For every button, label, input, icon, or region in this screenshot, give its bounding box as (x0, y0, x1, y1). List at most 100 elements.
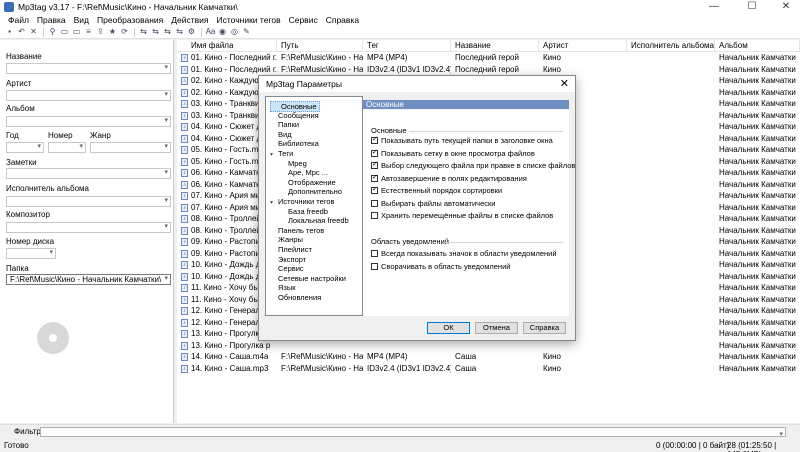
option-checkbox[interactable]: Хранить перемещённые файлы в списке файл… (371, 211, 553, 220)
column-header[interactable]: Название (451, 40, 539, 52)
checkbox-box[interactable] (371, 173, 378, 182)
table-row[interactable]: ♪ 13. Кино - Прогулка р Начальник Камчатки (177, 341, 800, 351)
checkbox-box[interactable] (371, 135, 378, 144)
tree-item[interactable]: Отображение (280, 178, 336, 187)
tree-item[interactable]: Ape, Mpc ... (280, 168, 328, 177)
track-field[interactable]: ▾ (48, 142, 86, 153)
tree-item[interactable]: База freedb (280, 207, 328, 216)
tree-item[interactable]: Библиотека (270, 139, 319, 148)
remove-tag-icon[interactable]: ✕ (28, 27, 39, 37)
chevron-down-icon[interactable]: ▾ (164, 90, 168, 98)
column-header[interactable]: Исполнитель альбома (627, 40, 715, 52)
chevron-down-icon[interactable]: ▾ (79, 142, 83, 150)
checkbox-box[interactable] (371, 262, 378, 270)
column-header[interactable]: Путь (277, 40, 363, 52)
tree-item[interactable]: ▾ Источники тегов (270, 197, 335, 206)
chevron-down-icon[interactable]: ▾ (164, 274, 168, 283)
chevron-down-icon[interactable]: ▾ (270, 151, 278, 158)
checkbox-box[interactable] (371, 199, 378, 207)
filter-input[interactable]: ▾ (40, 427, 786, 438)
options-icon[interactable]: ✎ (241, 27, 252, 37)
tree-item[interactable]: Язык (270, 283, 296, 292)
column-header[interactable]: Тег (363, 40, 451, 52)
folder-add-icon[interactable]: ▭ (71, 27, 82, 37)
checkbox-box[interactable] (371, 212, 378, 219)
genre-field[interactable]: ▾ (90, 142, 171, 153)
tree-item[interactable]: Панель тегов (270, 226, 324, 235)
tree-item[interactable]: Дополнительно (280, 187, 342, 196)
export-icon[interactable]: ⇪ (95, 27, 106, 37)
menu-item[interactable]: Файл (4, 15, 33, 25)
table-row[interactable]: ♪ 01. Кино - Последний г... F:\Ref\Music\К… (177, 65, 800, 75)
tree-item[interactable]: Папки (270, 120, 299, 129)
option-checkbox[interactable]: Выбор следующего файла при правке в спис… (371, 160, 575, 170)
disc-field[interactable]: ▾ (6, 248, 56, 259)
comment-field[interactable]: ▾ (6, 168, 171, 179)
action-icon[interactable]: ⚙ (186, 27, 197, 37)
title-field[interactable]: ▾ (6, 63, 171, 74)
menu-item[interactable]: Правка (33, 15, 70, 25)
menu-item[interactable]: Действия (167, 15, 212, 25)
folder-field[interactable]: F:\Ref\Music\Кино - Начальник Камчатки\ … (6, 274, 171, 285)
option-checkbox[interactable]: Естественный порядок сортировки (371, 185, 502, 195)
cover-art[interactable] (6, 290, 100, 386)
minimize-button[interactable]: — (700, 0, 728, 14)
chevron-down-icon[interactable]: ▾ (164, 63, 168, 71)
chevron-down-icon[interactable]: ▾ (164, 168, 168, 176)
option-checkbox[interactable]: Автозавершение в полях редактирования (371, 173, 527, 183)
filter-icon[interactable]: ⚲ (47, 27, 58, 37)
tree-item[interactable]: Плейлист (270, 245, 312, 254)
tag-to-filename-icon[interactable]: ⇆ (138, 27, 149, 37)
option-checkbox[interactable]: Сворачивать в область уведомлений (371, 262, 510, 271)
tree-item[interactable]: Экспорт (270, 255, 306, 264)
table-row[interactable]: ♪ 01. Кино - Последний г... F:\Ref\Music\К… (177, 53, 800, 63)
close-button[interactable]: ✕ (772, 0, 800, 14)
album-artist-field[interactable]: ▾ (6, 196, 171, 207)
chevron-down-icon[interactable]: ▾ (270, 199, 278, 206)
checkbox-box[interactable] (371, 160, 378, 169)
save-icon[interactable]: ▪ (4, 27, 15, 37)
chevron-down-icon[interactable]: ▾ (164, 116, 168, 124)
playlist-icon[interactable]: ≡ (83, 27, 94, 37)
case-icon[interactable]: Aa (205, 27, 216, 37)
help-button[interactable]: Справка (523, 322, 566, 334)
refresh-icon[interactable]: ⟳ (119, 27, 130, 37)
checkbox-box[interactable] (371, 148, 378, 157)
tree-item[interactable]: Жанры (270, 235, 303, 244)
option-checkbox[interactable]: Выбирать файлы автоматически (371, 199, 495, 208)
year-field[interactable]: ▾ (6, 142, 44, 153)
checkbox-box[interactable] (371, 250, 378, 257)
composer-field[interactable]: ▾ (6, 222, 171, 233)
column-header[interactable]: Альбом (715, 40, 800, 52)
favorite-icon[interactable]: ★ (107, 27, 118, 37)
artist-field[interactable]: ▾ (6, 90, 171, 101)
dialog-close-button[interactable]: ✕ (560, 77, 569, 90)
folder-open-icon[interactable]: ▭ (59, 27, 70, 37)
column-header[interactable]: Имя файла (187, 40, 277, 52)
discogs-icon[interactable]: ◎ (229, 27, 240, 37)
tree-item[interactable]: ▾ Теги (270, 149, 293, 158)
cancel-button[interactable]: Отмена (475, 322, 518, 334)
freedb-icon[interactable]: ◉ (217, 27, 228, 37)
menu-item[interactable]: Источники тегов (213, 15, 285, 25)
option-checkbox[interactable]: Показывать сетку в окне просмотра файлов (371, 148, 535, 158)
text-to-tag-icon[interactable]: ⇆ (162, 27, 173, 37)
chevron-down-icon[interactable]: ▾ (164, 142, 168, 150)
maximize-button[interactable]: ☐ (738, 0, 766, 14)
menu-item[interactable]: Преобразования (93, 15, 167, 25)
menu-item[interactable]: Справка (322, 15, 363, 25)
table-row[interactable]: ♪ 14. Кино - Саша.m4a F:\Ref\Music\Кино - … (177, 352, 800, 362)
chevron-down-icon[interactable]: ▾ (164, 196, 168, 204)
tree-item[interactable]: Сетевые настройки (270, 274, 346, 283)
menu-item[interactable]: Сервис (285, 15, 322, 25)
tree-item[interactable]: Вид (270, 130, 292, 139)
chevron-down-icon[interactable]: ▾ (37, 142, 41, 150)
undo-icon[interactable]: ↶ (16, 27, 27, 37)
table-row[interactable]: ♪ 14. Кино - Саша.mp3 F:\Ref\Music\Кино - … (177, 364, 800, 374)
column-header[interactable]: Артист (539, 40, 627, 52)
filename-to-tag-icon[interactable]: ⇆ (150, 27, 161, 37)
tag-to-tag-icon[interactable]: ⇆ (174, 27, 185, 37)
tree-item[interactable]: Локальная freedb (280, 216, 349, 225)
option-checkbox[interactable]: Показывать путь текущей папки в заголовк… (371, 135, 553, 145)
option-checkbox[interactable]: Всегда показывать значок в области уведо… (371, 249, 557, 258)
